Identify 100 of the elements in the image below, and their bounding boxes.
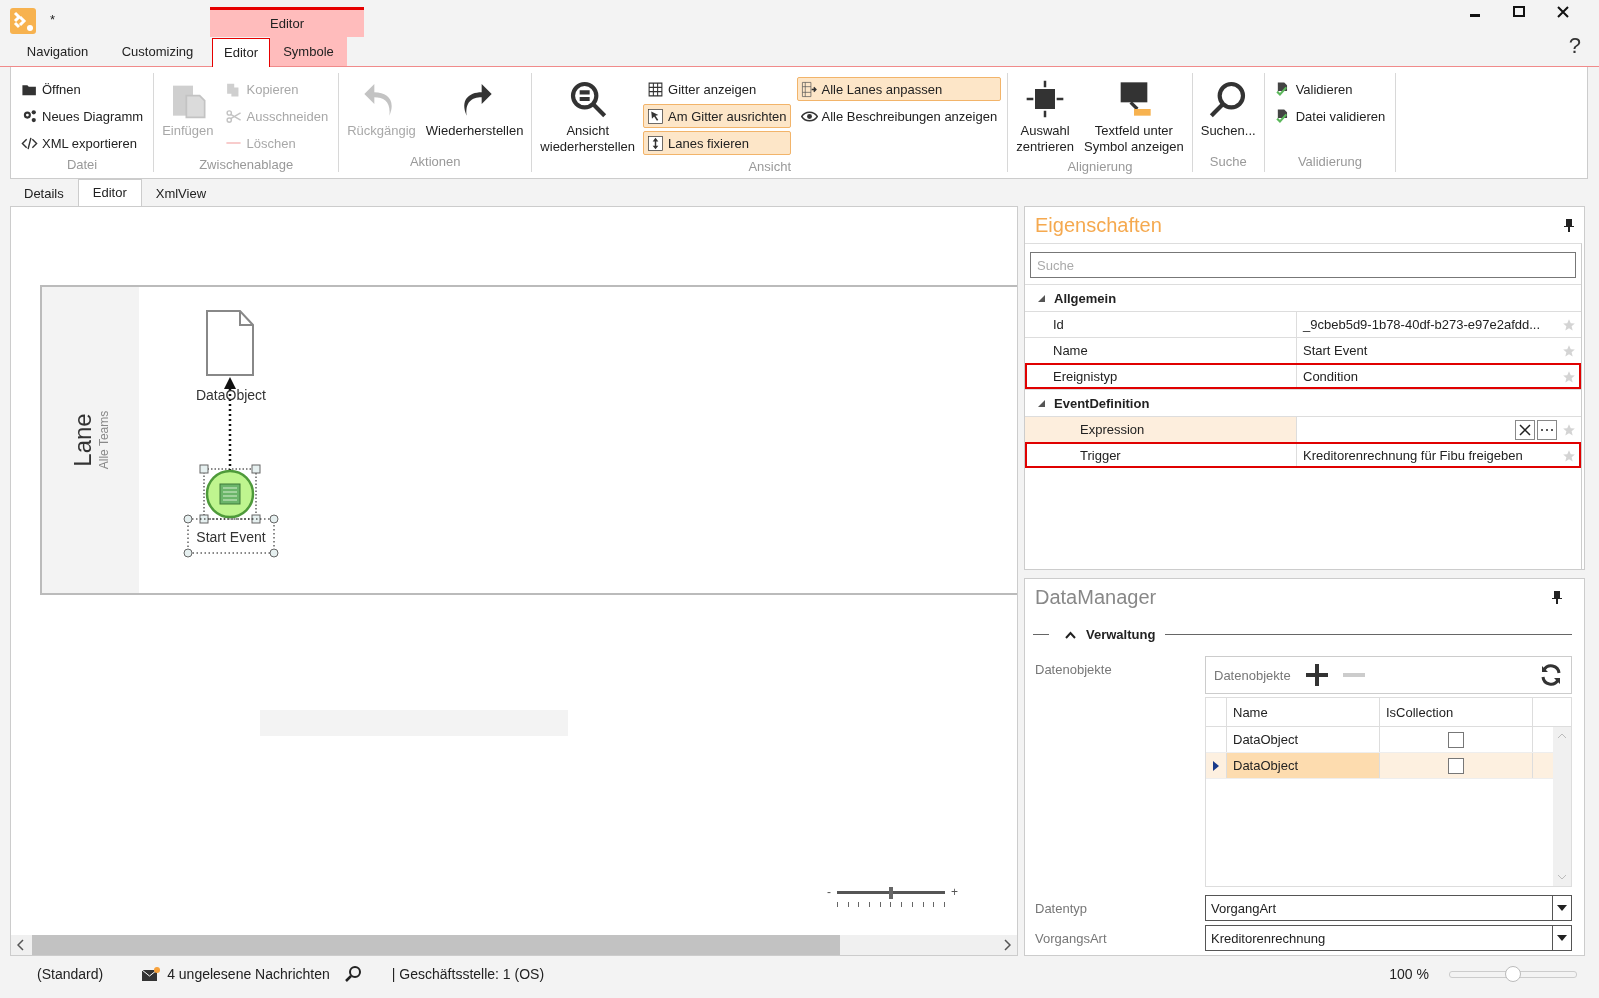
property-category[interactable]: EventDefinition xyxy=(1025,389,1581,416)
ribbon-button[interactable]: Gitter anzeigen xyxy=(643,77,791,101)
property-row[interactable]: Trigger Kreditorenrechnung für Fibu freigeben xyxy=(1025,442,1581,468)
lanes-icon xyxy=(800,80,818,98)
envelope-icon[interactable] xyxy=(141,966,162,982)
maximize-icon[interactable] xyxy=(1513,6,1525,18)
refresh-icon[interactable] xyxy=(1539,663,1563,687)
toolbar-label: Datenobjekte xyxy=(1214,667,1291,683)
property-row[interactable]: Name Start Event xyxy=(1025,337,1581,363)
document-tab[interactable]: Details xyxy=(10,182,78,206)
field-label: Datenobjekte xyxy=(1035,661,1113,677)
ribbon-button[interactable]: Datei validieren xyxy=(1270,104,1390,128)
checkbox[interactable] xyxy=(1448,757,1464,774)
zoom-percentage: 100 % xyxy=(1389,966,1429,982)
property-name: Trigger xyxy=(1025,443,1297,468)
ribbon-button[interactable]: Auswahl zentrieren xyxy=(1014,77,1076,157)
ribbon-tab[interactable]: Symbole xyxy=(270,37,347,66)
zoom-slider[interactable]: - + xyxy=(827,887,958,907)
property-value: Condition xyxy=(1303,369,1358,384)
ribbon-button[interactable]: XML exportieren xyxy=(17,131,148,155)
ribbon-button[interactable]: Öffnen xyxy=(17,77,148,101)
triangle-icon[interactable] xyxy=(1037,398,1046,408)
section-header[interactable]: Verwaltung xyxy=(1065,627,1156,642)
property-name: Id xyxy=(1025,312,1297,337)
node-label: Start Event xyxy=(196,529,266,545)
ribbon-tab[interactable]: Navigation xyxy=(10,37,105,66)
property-row[interactable]: Id _9cbeb5d9-1b78-40df-b273-e97e2afdd... xyxy=(1025,311,1581,337)
help-button[interactable]: ? xyxy=(1568,33,1581,59)
ribbon-group-label: Validierung xyxy=(1296,153,1363,171)
property-name: Expression xyxy=(1025,417,1297,442)
ribbon-button[interactable]: Alle Beschreibungen anzeigen xyxy=(796,104,1002,128)
document-tab[interactable]: XmlView xyxy=(141,182,221,206)
property-row[interactable]: Ereignistyp Condition xyxy=(1025,363,1581,389)
grid-icon xyxy=(647,80,665,98)
table-cell: DataObject xyxy=(1227,727,1380,752)
status-text: | Geschäftsstelle: 1 (OS) xyxy=(391,966,545,982)
ribbon-tab[interactable]: Customizing xyxy=(105,37,210,66)
caret-icon xyxy=(1557,905,1567,911)
chevron-icon xyxy=(1065,630,1076,639)
ribbon-button[interactable]: Am Gitter ausrichten xyxy=(643,104,791,128)
app-logo-icon xyxy=(10,8,36,34)
panel-title: DataManager xyxy=(1035,585,1157,609)
pin-icon[interactable] xyxy=(1564,218,1574,232)
triangle-icon[interactable] xyxy=(1037,293,1046,303)
ribbon-button[interactable]: Validieren xyxy=(1270,77,1390,101)
dropdown[interactable]: VorgangArt xyxy=(1205,895,1572,921)
property-value: Kreditorenrechnung für Fibu freigeben xyxy=(1303,448,1523,463)
ribbon-button[interactable]: Wiederherstellen xyxy=(423,77,526,141)
checkbox[interactable] xyxy=(1448,731,1464,748)
data-object-shape[interactable] xyxy=(206,310,254,376)
ribbon-group-label: Alignierung xyxy=(1066,158,1134,174)
column-header[interactable]: Name xyxy=(1227,698,1380,726)
contextual-tab-header: Editor xyxy=(210,7,364,37)
close-icon[interactable] xyxy=(1557,6,1569,18)
property-name: Name xyxy=(1025,338,1297,363)
star-icon[interactable] xyxy=(1562,422,1576,437)
ribbon-tab[interactable]: Editor xyxy=(212,38,270,67)
lane-subtitle: Alle Teams xyxy=(97,410,112,470)
square-icon xyxy=(1025,79,1066,119)
star-icon[interactable] xyxy=(1562,317,1576,332)
ribbon-group-label: Aktionen xyxy=(408,153,462,171)
ribbon-button[interactable]: Ansicht wiederherstellen xyxy=(538,77,638,157)
field-label: VorgangsArt xyxy=(1035,930,1108,946)
start-event-shape[interactable] xyxy=(199,464,261,524)
ribbon-button[interactable]: Lanes fixieren xyxy=(643,131,791,155)
document-tab[interactable]: Editor xyxy=(77,179,142,206)
search-icon[interactable] xyxy=(343,965,362,983)
add-icon[interactable] xyxy=(1304,663,1329,687)
grid-row[interactable]: DataObject xyxy=(1206,753,1553,779)
status-text[interactable]: 4 ungelesene Nachrichten xyxy=(167,966,330,982)
star-icon[interactable] xyxy=(1562,448,1576,463)
ribbon-button[interactable]: Textfeld unter Symbol anzeigen xyxy=(1082,77,1186,157)
property-category[interactable]: Allgemein xyxy=(1025,284,1581,311)
property-value: _9cbeb5d9-1b78-40df-b273-e97e2afdd... xyxy=(1303,317,1541,332)
star-icon[interactable] xyxy=(1562,369,1576,384)
panel-title: Eigenschaften xyxy=(1035,213,1162,237)
ribbon-group-label: Datei xyxy=(65,156,99,172)
property-row[interactable]: Expression xyxy=(1025,416,1581,442)
chevron-left-icon[interactable] xyxy=(17,939,24,951)
star-icon[interactable] xyxy=(1562,343,1576,358)
status-text: (Standard) xyxy=(37,966,104,982)
ribbon-button[interactable]: Neues Diagramm xyxy=(17,104,148,128)
ribbon-button[interactable]: Suchen... xyxy=(1198,77,1258,141)
row-indicator-icon xyxy=(1213,760,1219,771)
column-header[interactable]: IsCollection xyxy=(1380,698,1533,726)
ribbon-button[interactable]: Alle Lanes anpassen xyxy=(796,77,1002,101)
clear-icon[interactable] xyxy=(1515,419,1535,440)
caret-icon xyxy=(1557,935,1567,941)
node-label: DataObject xyxy=(196,387,266,403)
property-name: Ereignistyp xyxy=(1025,364,1297,389)
dropdown[interactable]: Kreditorenrechnung xyxy=(1205,925,1572,951)
horizontal-scrollbar[interactable] xyxy=(11,935,1017,955)
table-cell: DataObject xyxy=(1227,753,1380,778)
search-field[interactable]: Suche xyxy=(1030,252,1576,278)
zoom-slider[interactable] xyxy=(1449,966,1577,982)
more-icon[interactable] xyxy=(1537,419,1557,440)
chevron-right-icon[interactable] xyxy=(1004,939,1011,951)
window-title: * xyxy=(50,12,56,27)
pointer-icon xyxy=(647,107,665,125)
pin-icon[interactable] xyxy=(1552,590,1562,604)
